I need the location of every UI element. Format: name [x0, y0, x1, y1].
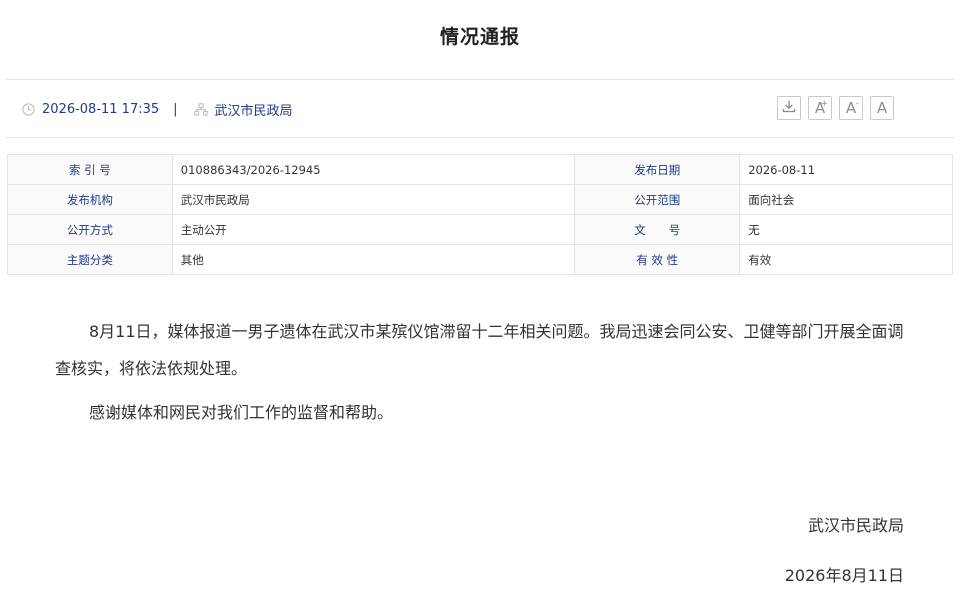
org-icon: [193, 102, 208, 116]
document-number-label: 文 号: [574, 214, 741, 245]
publish-date-label: 发布日期: [574, 154, 741, 185]
toolbar: A + A- A: [777, 96, 894, 120]
body-paragraph: 感谢媒体和网民对我们工作的监督和帮助。: [89, 403, 394, 422]
publish-source[interactable]: 武汉市民政局: [215, 100, 293, 119]
meta-bar: 2026-08-11 17:35 | 武汉市民政局: [22, 98, 293, 120]
font-reset-button[interactable]: A: [870, 96, 894, 120]
font-decrease-label: A: [845, 99, 857, 117]
publisher-label: 发布机构: [7, 184, 173, 215]
document-number-value: 无: [739, 214, 953, 245]
signature-org: 武汉市民政局: [807, 516, 904, 535]
index-number-value: 010886343/2026-12945: [171, 154, 576, 185]
publish-datetime: 2026-08-11 17:35: [42, 101, 160, 117]
font-reset-label: A: [876, 99, 888, 117]
table-row: 主题分类 其他 有 效 性 有效: [7, 244, 953, 275]
download-button[interactable]: [777, 96, 801, 120]
publish-date-value: 2026-08-11: [739, 154, 953, 185]
publisher-value: 武汉市民政局: [171, 184, 576, 215]
disclosure-method-label: 公开方式: [7, 214, 173, 245]
body-paragraph: 8月11日，媒体报道一男子遗体在武汉市某殡仪馆滞留十二年相关问题。我局迅速会同公…: [55, 322, 904, 378]
table-row: 索 引 号 010886343/2026-12945 发布日期 2026-08-…: [7, 154, 953, 185]
category-label: 主题分类: [7, 244, 173, 275]
disclosure-method-value: 主动公开: [171, 214, 576, 245]
validity-value: 有效: [739, 244, 953, 275]
divider-top: [6, 79, 954, 80]
divider-meta: [6, 137, 954, 138]
table-row: 发布机构 武汉市民政局 公开范围 面向社会: [7, 184, 953, 215]
plus-icon: +: [820, 99, 828, 109]
table-row: 公开方式 主动公开 文 号 无: [7, 214, 953, 245]
category-value: 其他: [171, 244, 576, 275]
minus-icon: -: [855, 99, 859, 109]
clock-icon: [22, 102, 35, 116]
article-body: 8月11日，媒体报道一男子遗体在武汉市某殡仪馆滞留十二年相关问题。我局迅速会同公…: [55, 313, 907, 431]
download-icon: [782, 99, 796, 117]
meta-separator: |: [173, 101, 178, 117]
font-decrease-button[interactable]: A-: [839, 96, 863, 120]
signature-date: 2026年8月11日: [784, 566, 904, 585]
info-table: 索 引 号 010886343/2026-12945 发布日期 2026-08-…: [7, 154, 953, 275]
page-title: 情况通报: [439, 26, 520, 48]
scope-label: 公开范围: [574, 184, 741, 215]
validity-label: 有 效 性: [574, 244, 741, 275]
index-number-label: 索 引 号: [7, 154, 173, 185]
scope-value: 面向社会: [739, 184, 953, 215]
font-increase-button[interactable]: A +: [808, 96, 832, 120]
